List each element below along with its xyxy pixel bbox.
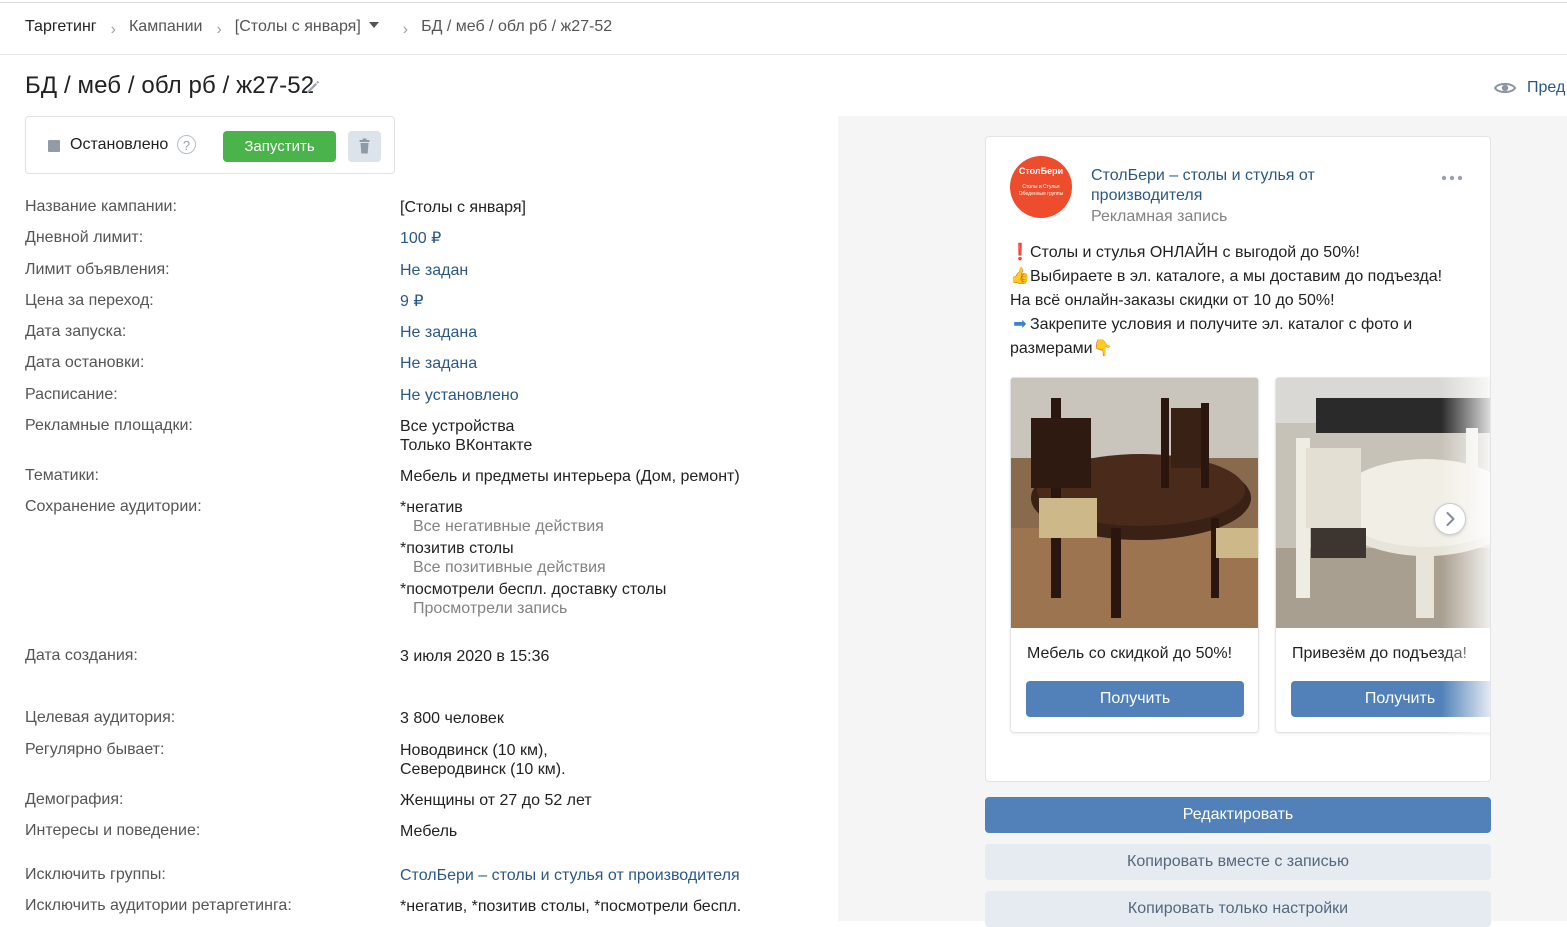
page-title: БД / меб / обл рб / ж27-52 <box>25 72 315 99</box>
audience-name: *позитив столы <box>400 540 514 557</box>
value-interests: Мебель <box>400 823 458 840</box>
label-exclude-retarget: Исключить аудитории ретаргетинга: <box>25 897 292 914</box>
start-button[interactable]: Запустить <box>223 131 336 162</box>
post-type-label: Рекламная запись <box>1091 208 1228 225</box>
value-created: 3 июля 2020 в 15:36 <box>400 648 550 665</box>
top-border <box>0 2 1567 3</box>
value-exclude-groups[interactable]: СтолБери – столы и стулья от производите… <box>400 866 740 885</box>
more-dots-icon[interactable] <box>1441 175 1463 181</box>
header-divider <box>0 54 1567 55</box>
value-schedule[interactable]: Не установлено <box>400 386 519 405</box>
value-topics: Мебель и предметы интерьера (Дом, ремонт… <box>400 468 740 485</box>
label-ad-limit: Лимит объявления: <box>25 261 170 278</box>
status-text: Остановлено <box>70 136 169 153</box>
help-icon[interactable]: ? <box>177 135 196 154</box>
card-caption: Мебель со скидкой до 50%! <box>1027 645 1233 662</box>
trash-icon <box>359 138 370 154</box>
label-target-audience: Целевая аудитория: <box>25 709 176 726</box>
label-exclude-groups: Исключить группы: <box>25 866 166 883</box>
chevron-right-icon: › <box>110 21 116 38</box>
copy-settings-button[interactable]: Копировать только настройки <box>985 891 1491 927</box>
ad-post-preview: СтолБери Столы и Стулья Обеденные группы… <box>985 136 1491 782</box>
chevron-right-icon: › <box>216 21 222 38</box>
stopped-status-icon <box>48 140 60 152</box>
label-regular: Регулярно бывает: <box>25 741 165 758</box>
avatar-logo-text: СтолБери <box>1018 166 1064 176</box>
get-button[interactable]: Получить <box>1026 681 1244 717</box>
value-start-date[interactable]: Не задана <box>400 323 477 342</box>
post-line: ❗Столы и стулья ОНЛАЙН с выгодой до 50%! <box>1010 241 1470 265</box>
value-audience-save: *негатив Все негативные действия *позити… <box>400 498 666 618</box>
label-cpc: Цена за переход: <box>25 292 154 309</box>
caret-down-icon <box>368 22 379 28</box>
avatar[interactable]: СтолБери Столы и Стулья Обеденные группы <box>1010 156 1072 218</box>
breadcrumb-campaigns[interactable]: Кампании <box>129 18 203 36</box>
label-campaign-name: Название кампании: <box>25 198 177 215</box>
carousel-next-button[interactable] <box>1434 503 1466 535</box>
label-topics: Тематики: <box>25 467 99 484</box>
audience-action: Просмотрели запись <box>413 600 568 617</box>
value-exclude-retarget: *негатив, *позитив столы, *посмотрели бе… <box>400 898 742 915</box>
post-line: ➡ Закрепите условия и получите эл. катало… <box>1010 313 1470 337</box>
exclamation-icon: ❗ <box>1010 244 1030 261</box>
post-author-link[interactable]: СтолБери – столы и стулья от производите… <box>1091 166 1381 206</box>
label-platforms: Рекламные площадки: <box>25 417 193 434</box>
dark-table-photo <box>1011 378 1258 628</box>
value-target-audience: 3 800 человек <box>400 710 504 727</box>
label-stop-date: Дата остановки: <box>25 354 145 371</box>
label-interests: Интересы и поведение: <box>25 822 201 839</box>
post-line: 👍Выбираете в эл. каталоге, а мы доставим… <box>1010 265 1470 289</box>
audience-name: *посмотрели беспл. доставку столы <box>400 581 667 598</box>
regular-place: Северодвинск (10 км). <box>400 761 566 778</box>
label-schedule: Расписание: <box>25 386 118 403</box>
thumbs-up-icon: 👍 <box>1010 268 1030 285</box>
audience-name: *негатив <box>400 499 463 516</box>
audience-action: Все негативные действия <box>413 518 604 535</box>
platforms-vk-only: Только ВКонтакте <box>400 437 533 454</box>
breadcrumb-current-ad: БД / меб / обл рб / ж27-52 <box>421 18 613 35</box>
value-cpc[interactable]: 9 ₽ <box>400 292 424 311</box>
avatar-tagline: Столы и Стулья Обеденные группы <box>1018 184 1064 197</box>
post-line-text: Столы и стулья ОНЛАЙН с выгодой до 50%! <box>1030 244 1360 261</box>
regular-place: Новодвинск (10 км), <box>400 742 548 759</box>
label-created: Дата создания: <box>25 647 138 664</box>
preview-link[interactable]: Пред <box>1494 79 1565 97</box>
value-regular: Новодвинск (10 км), Северодвинск (10 км)… <box>400 741 566 779</box>
pencil-icon[interactable] <box>304 78 322 96</box>
delete-button[interactable] <box>348 131 381 162</box>
edit-button[interactable]: Редактировать <box>985 797 1491 833</box>
audience-action: Все позитивные действия <box>413 559 606 576</box>
platforms-devices: Все устройства <box>400 418 515 435</box>
post-line: размерами👇 <box>1010 337 1470 361</box>
post-line-text: Выбираете в эл. каталоге, а мы доставим … <box>1030 268 1443 285</box>
post-line-text: размерами👇 <box>1010 340 1113 357</box>
value-campaign-name: [Столы с января] <box>400 199 526 216</box>
breadcrumb-targeting[interactable]: Таргетинг <box>25 18 97 36</box>
post-line-text: На всё онлайн-заказы скидки от 10 до 50%… <box>1010 292 1335 309</box>
preview-label: Пред <box>1527 79 1566 96</box>
eye-icon <box>1494 82 1516 94</box>
value-stop-date[interactable]: Не задана <box>400 354 477 373</box>
value-daily-limit[interactable]: 100 ₽ <box>400 229 441 248</box>
breadcrumb-campaign-dropdown[interactable]: [Столы с января] <box>235 18 379 36</box>
arrow-right-icon: ➡ <box>1013 316 1027 333</box>
value-ad-limit[interactable]: Не задан <box>400 261 468 280</box>
label-start-date: Дата запуска: <box>25 323 127 340</box>
label-demography: Демография: <box>25 791 124 808</box>
breadcrumb: Таргетинг › Кампании › [Столы с января] … <box>25 17 613 38</box>
breadcrumb-campaign-label: [Столы с января] <box>234 18 361 35</box>
value-demography: Женщины от 27 до 52 лет <box>400 792 592 809</box>
label-daily-limit: Дневной лимит: <box>25 229 144 246</box>
carousel-card[interactable]: Мебель со скидкой до 50%! Получить <box>1010 377 1259 733</box>
value-platforms: Все устройства Только ВКонтакте <box>400 417 532 455</box>
post-text: ❗Столы и стулья ОНЛАЙН с выгодой до 50%!… <box>1010 241 1470 361</box>
post-line: На всё онлайн-заказы скидки от 10 до 50%… <box>1010 289 1470 313</box>
status-panel: Остановлено ? Запустить <box>25 116 395 174</box>
chevron-right-icon <box>1446 512 1455 526</box>
label-audience-save: Сохранение аудитории: <box>25 498 202 515</box>
carousel-fade <box>1441 377 1490 733</box>
chevron-right-icon: › <box>402 21 409 38</box>
post-line-text: Закрепите условия и получите эл. каталог… <box>1030 316 1413 333</box>
copy-with-post-button[interactable]: Копировать вместе с записью <box>985 844 1491 880</box>
